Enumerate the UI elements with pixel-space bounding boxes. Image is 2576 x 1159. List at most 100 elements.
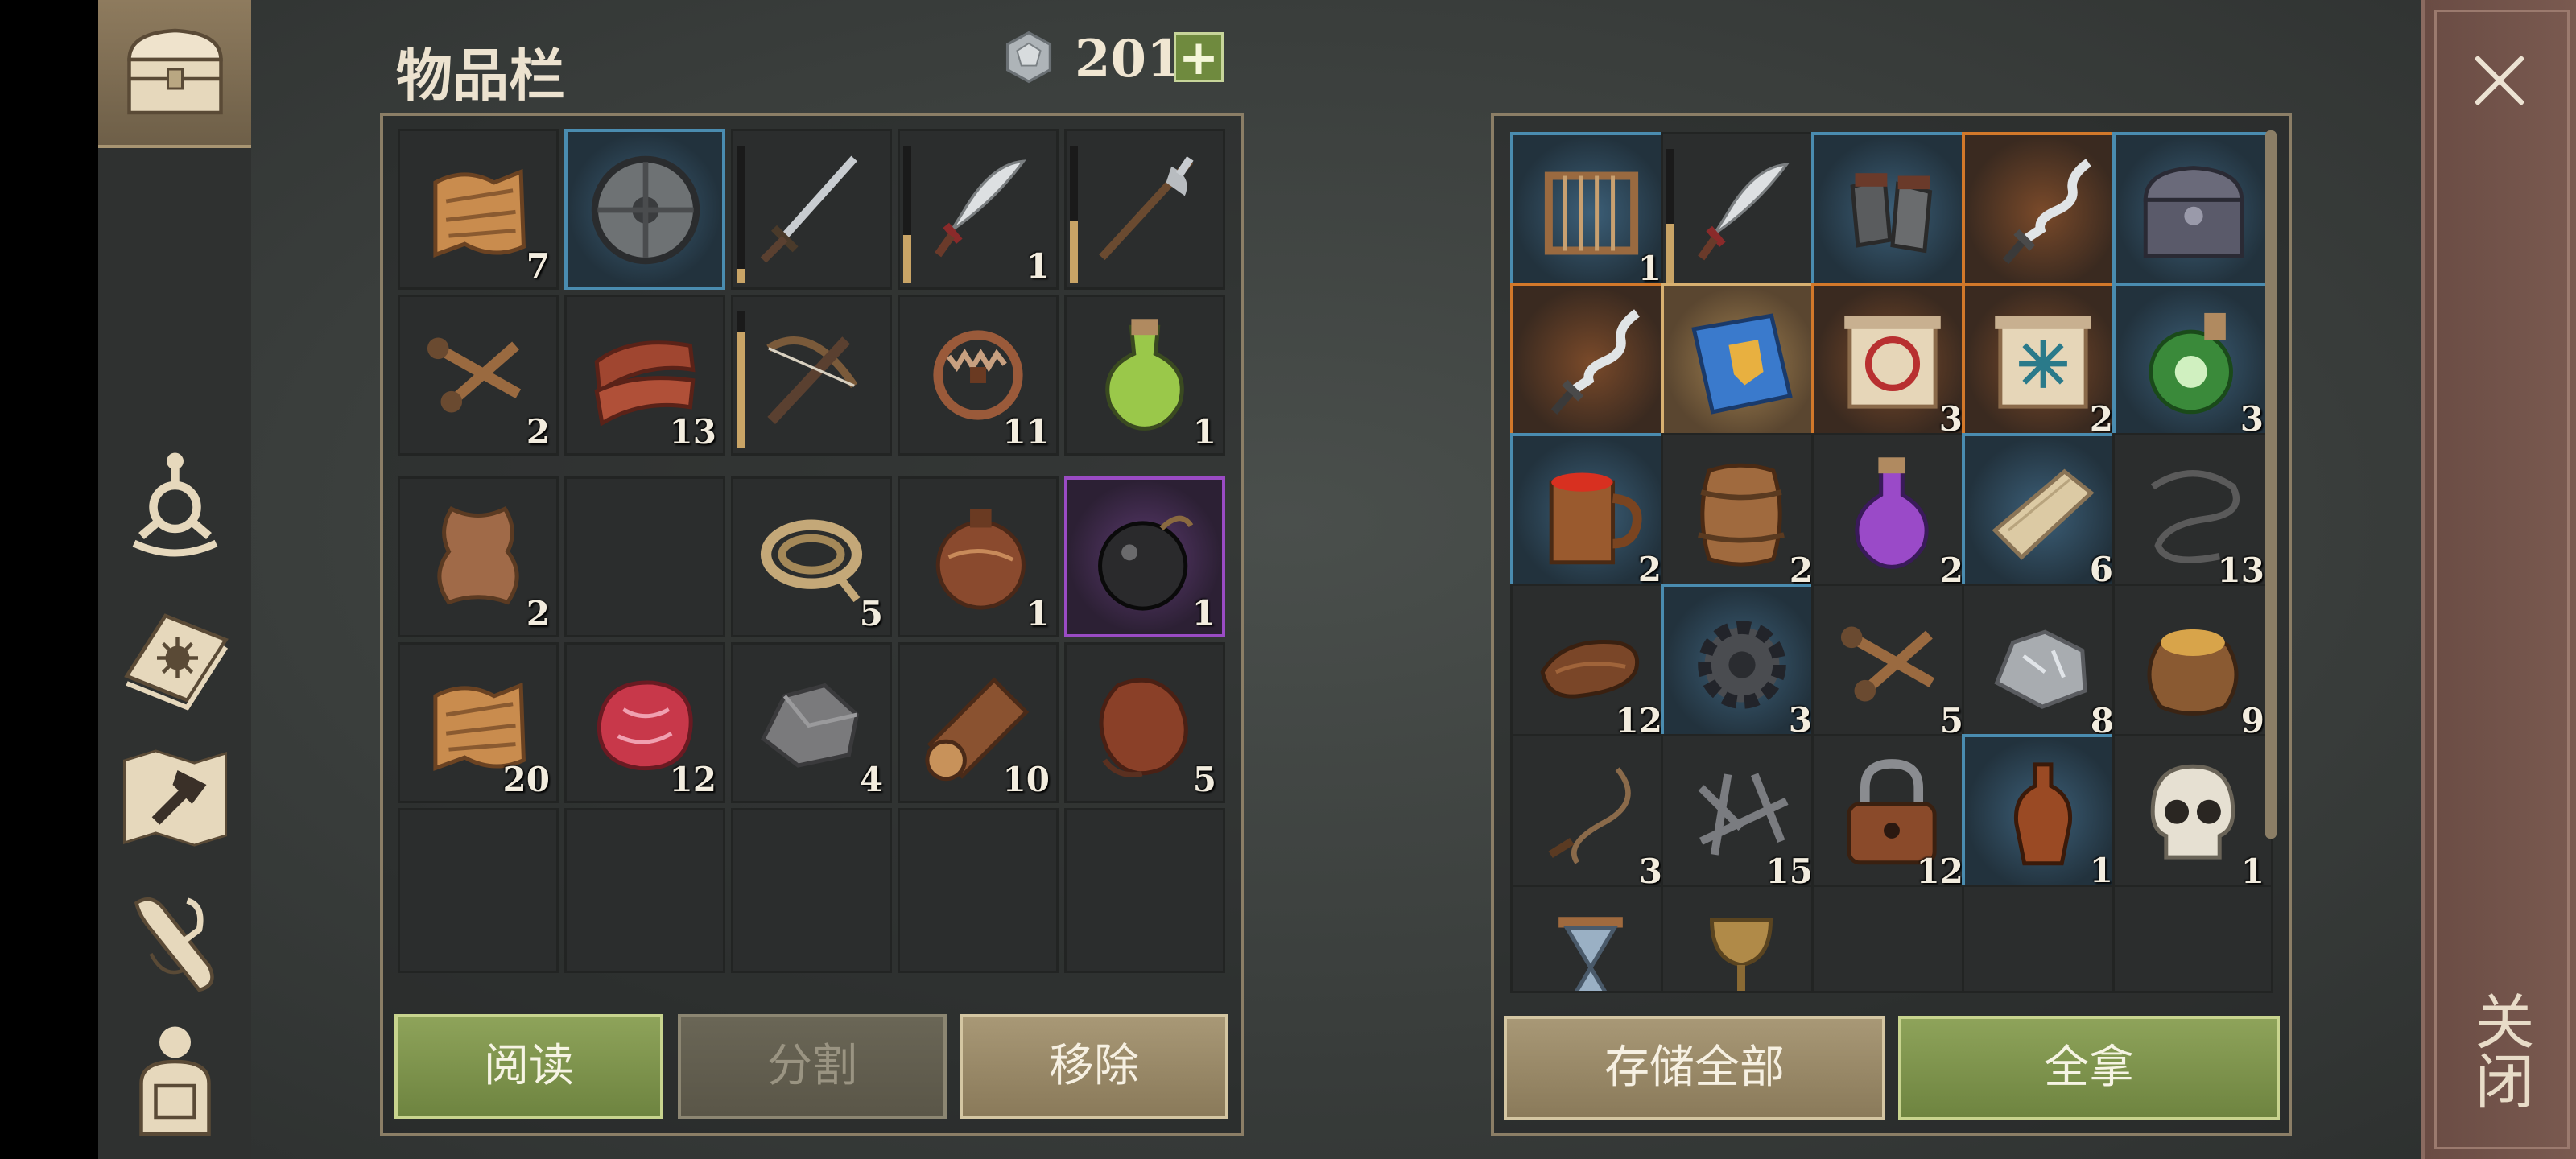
inventory-slot[interactable]: 12 — [564, 642, 725, 803]
halberd-icon — [1078, 142, 1212, 276]
inventory-slot[interactable]: 2 — [398, 476, 559, 637]
chest-slot[interactable]: 3 — [1811, 283, 1972, 443]
wavy-dagger-icon — [1525, 297, 1658, 431]
inventory-slot[interactable] — [564, 808, 725, 973]
inventory-slot[interactable]: 7 — [398, 129, 559, 290]
chest-slot[interactable]: 2 — [1811, 433, 1972, 594]
item-count: 1 — [1192, 412, 1216, 452]
iron-chest-icon — [2127, 146, 2260, 280]
inventory-slot[interactable]: 13 — [564, 295, 725, 456]
skull-icon — [2126, 748, 2260, 881]
chest-slot[interactable]: 5 — [1811, 584, 1972, 744]
hourglass-icon — [1524, 898, 1657, 991]
inventory-slot[interactable]: 1 — [898, 129, 1059, 290]
cloth-icon — [411, 142, 545, 276]
chest-slot[interactable]: 2 — [1661, 433, 1822, 594]
item-count: 7 — [526, 246, 550, 286]
chest-slot[interactable] — [1510, 283, 1671, 443]
chest-slot[interactable] — [1510, 885, 1671, 993]
chest-slot[interactable] — [1661, 132, 1822, 293]
chest-slot[interactable] — [2112, 132, 2273, 293]
sun-book-icon[interactable] — [113, 592, 237, 712]
chest-slot[interactable] — [1661, 885, 1822, 993]
inventory-slot[interactable]: 10 — [898, 642, 1059, 803]
chest-slot[interactable] — [1661, 283, 1822, 443]
inventory-slot[interactable]: 1 — [1064, 476, 1225, 637]
chest-slot[interactable]: 8 — [1962, 584, 2123, 744]
inventory-slot[interactable]: 1 — [898, 476, 1059, 637]
sidebar-tab-inventory[interactable] — [98, 0, 251, 148]
inventory-slot[interactable]: 20 — [398, 642, 559, 803]
wavy-dagger-icon — [1976, 146, 2110, 280]
item-count: 1 — [1026, 594, 1050, 633]
store-all-button[interactable]: 存储全部 — [1504, 1016, 1885, 1120]
close-button[interactable]: 关闭 — [2459, 982, 2540, 1119]
chest-slot[interactable]: 1 — [1510, 132, 1671, 293]
chest-slot[interactable]: 9 — [2112, 584, 2273, 744]
leather-hide-icon — [411, 490, 545, 624]
chest-slot[interactable] — [1811, 885, 1972, 993]
scimitar-icon — [911, 142, 1045, 276]
item-count: 1 — [1026, 246, 1050, 286]
chest-scrollbar[interactable] — [2265, 130, 2277, 839]
scroll-quill-icon[interactable] — [113, 881, 237, 1002]
inventory-slot[interactable]: 5 — [1064, 642, 1225, 803]
inventory-slot[interactable]: 2 — [398, 295, 559, 456]
item-count: 10 — [1002, 760, 1050, 799]
durability-bar — [737, 311, 745, 448]
add-currency-button[interactable]: + — [1174, 32, 1224, 82]
chest-slot[interactable]: 6 — [1962, 433, 2123, 594]
inventory-slot[interactable]: 5 — [731, 476, 892, 637]
chest-slot[interactable]: 15 — [1661, 734, 1822, 895]
inventory-slot[interactable]: 4 — [731, 642, 892, 803]
chest-slot[interactable]: 1 — [2112, 734, 2273, 895]
inventory-slot[interactable]: 11 — [898, 295, 1059, 456]
split-button[interactable]: 分割 — [678, 1014, 947, 1119]
item-count: 5 — [859, 594, 883, 633]
inventory-slot[interactable] — [731, 295, 892, 456]
stone-icon — [745, 656, 878, 790]
chest-slot[interactable]: 12 — [1811, 734, 1972, 895]
chest-slot[interactable]: 1 — [1962, 734, 2123, 895]
take-all-button[interactable]: 全拿 — [1898, 1016, 2280, 1120]
inventory-slot[interactable] — [1064, 808, 1225, 973]
chest-slot[interactable] — [2112, 885, 2273, 993]
iron-ore-icon — [1975, 597, 2109, 731]
inventory-slot[interactable] — [564, 476, 725, 637]
sidebar — [98, 0, 251, 1159]
inventory-slot[interactable] — [731, 808, 892, 973]
chest-slot[interactable]: 3 — [1510, 734, 1671, 895]
read-button[interactable]: 阅读 — [394, 1014, 663, 1119]
character-backpack-icon[interactable] — [113, 1018, 237, 1139]
inventory-slot[interactable] — [564, 129, 725, 290]
faction-emblem-icon[interactable] — [113, 447, 237, 567]
nails-icon — [1825, 597, 1959, 731]
chest-slot[interactable] — [1811, 132, 1972, 293]
chest-slot[interactable]: 13 — [2112, 433, 2273, 594]
barrel-icon — [1674, 447, 1808, 580]
chest-slot[interactable]: 12 — [1510, 584, 1671, 744]
item-count: 2 — [526, 412, 550, 452]
item-count: 5 — [1192, 760, 1216, 799]
inventory-slot[interactable] — [731, 129, 892, 290]
chest-slot[interactable] — [1962, 885, 2123, 993]
crafting-map-icon[interactable] — [113, 736, 237, 857]
chest-slot[interactable]: 3 — [1661, 584, 1822, 744]
silver-coin-icon — [1002, 31, 1055, 84]
inventory-slot[interactable] — [398, 808, 559, 973]
inventory-slot[interactable] — [898, 808, 1059, 973]
round-shield-icon — [579, 143, 712, 277]
chest-slot[interactable]: 2 — [1962, 283, 2123, 443]
chest-slot[interactable]: 3 — [2112, 283, 2273, 443]
remove-button[interactable]: 移除 — [960, 1014, 1228, 1119]
whip-icon — [1524, 748, 1657, 881]
durability-bar — [1666, 149, 1674, 286]
blue-book-icon — [1675, 297, 1809, 431]
chest-slot[interactable]: 2 — [1510, 433, 1671, 594]
inventory-slot[interactable] — [1064, 129, 1225, 290]
close-icon[interactable] — [2463, 44, 2536, 117]
chest-slot[interactable] — [1962, 132, 2123, 293]
rope-icon — [745, 490, 878, 624]
inventory-slot[interactable]: 1 — [1064, 295, 1225, 456]
item-count: 12 — [669, 760, 716, 799]
